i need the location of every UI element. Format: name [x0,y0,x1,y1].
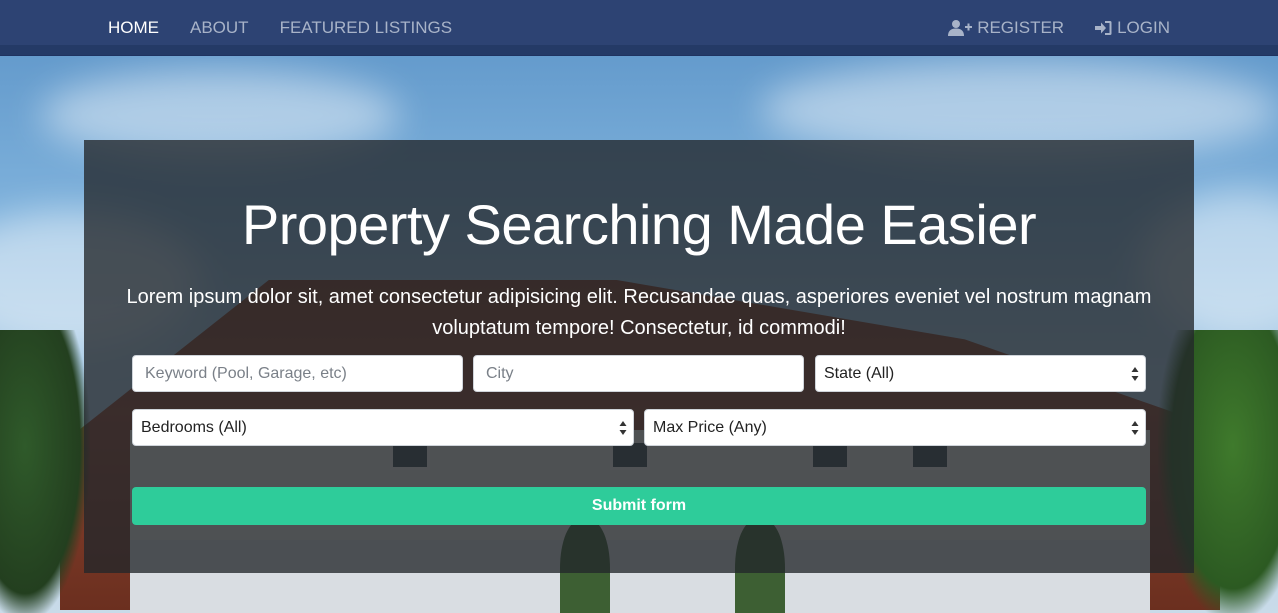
state-select-value: State (All) [824,364,895,382]
select-arrows-icon [1131,421,1139,435]
nav-register-label: REGISTER [977,18,1065,37]
nav-home-link[interactable]: HOME [108,18,159,38]
tree [0,330,90,613]
hero-title: Property Searching Made Easier [241,193,1037,256]
nav-register-link[interactable]: REGISTER [948,18,1064,38]
keyword-input[interactable] [132,355,463,392]
hero-description: Lorem ipsum dolor sit, amet consectetur … [126,286,1152,339]
navbar: HOME ABOUT FEATURED LISTINGS REGISTER LO… [0,0,1278,56]
nav-featured-listings-link[interactable]: FEATURED LISTINGS [280,18,453,38]
submit-button[interactable]: Submit form [132,487,1146,525]
sign-in-icon [1095,20,1112,36]
nav-left-group: HOME ABOUT FEATURED LISTINGS [108,18,452,38]
max-price-select[interactable]: Max Price (Any) [644,409,1146,446]
nav-login-link[interactable]: LOGIN [1095,18,1170,38]
max-price-select-value: Max Price (Any) [653,418,767,436]
nav-about-link[interactable]: ABOUT [190,18,249,38]
search-panel: Property Searching Made Easier Lorem ips… [84,140,1194,573]
city-input[interactable] [473,355,804,392]
state-select[interactable]: State (All) [815,355,1146,392]
select-arrows-icon [1131,367,1139,381]
select-arrows-icon [619,421,627,435]
bedrooms-select[interactable]: Bedrooms (All) [132,409,634,446]
nav-login-label: LOGIN [1117,18,1170,37]
nav-right-group: REGISTER LOGIN [948,18,1170,38]
bedrooms-select-value: Bedrooms (All) [141,418,247,436]
user-plus-icon [948,19,973,37]
